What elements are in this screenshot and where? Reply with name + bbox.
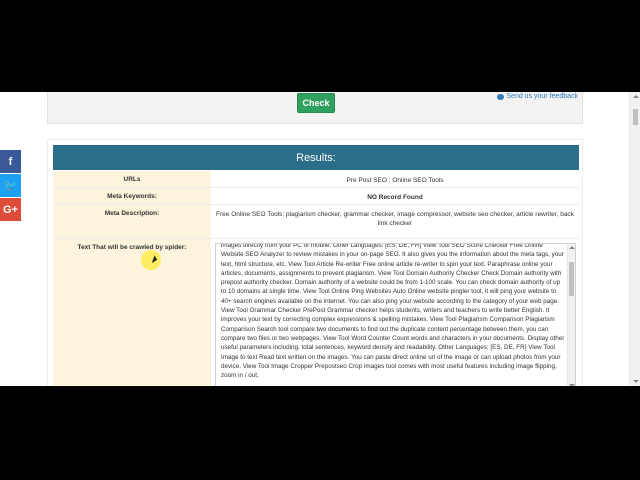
chat-bubble-icon [497, 93, 505, 100]
row-value: Pre Post SEO : Online SEO Tools [346, 177, 444, 184]
feedback-label: Send us your feedback [506, 93, 578, 100]
page-scroll-down-icon[interactable] [633, 380, 639, 383]
google-plus-icon: G+ [3, 203, 18, 216]
crawled-text-area[interactable]: images directly from your PC or mobile. … [215, 243, 576, 386]
row-label: Meta Keywords: [53, 188, 211, 204]
row-label: URLs [53, 171, 211, 187]
page-scrollbar[interactable] [629, 92, 640, 386]
row-label: Meta Description: [53, 205, 211, 238]
scroll-down-icon[interactable] [569, 384, 575, 386]
cursor-highlight [141, 250, 161, 270]
textarea-scroll-thumb[interactable] [569, 262, 574, 296]
table-row: URLs Pre Post SEO : Online SEO Tools [53, 171, 579, 188]
check-button[interactable]: Check [297, 93, 335, 113]
row-value: Free Online SEO Tools: plagiarism checke… [216, 211, 574, 227]
page-scroll-thumb[interactable] [633, 109, 638, 125]
textarea-scrollbar[interactable] [567, 244, 575, 386]
page-scroll-up-icon[interactable] [633, 95, 639, 98]
feedback-link[interactable]: Send us your feedback [497, 93, 578, 100]
google-plus-share-button[interactable]: G+ [0, 198, 21, 221]
results-title: Results: [53, 145, 579, 170]
facebook-share-button[interactable]: f [0, 150, 21, 173]
table-row: Meta Keywords: NO Record Found [53, 188, 579, 205]
facebook-icon: f [8, 155, 13, 168]
row-label: Text That will be crawled by spider: [53, 239, 211, 386]
results-card: Results: URLs Pre Post SEO : Online SEO … [47, 139, 583, 386]
scroll-up-icon[interactable] [569, 246, 575, 249]
social-share-bar: f 🐦 G+ [0, 150, 21, 222]
twitter-share-button[interactable]: 🐦 [0, 174, 21, 197]
table-row: Meta Description: Free Online SEO Tools:… [53, 205, 579, 239]
crawled-text: images directly from your PC or mobile. … [221, 243, 565, 380]
table-row: Text That will be crawled by spider: ima… [53, 239, 579, 386]
row-value: NO Record Found [367, 194, 423, 201]
check-form-panel: Check Send us your feedback [47, 92, 583, 124]
twitter-icon: 🐦 [3, 180, 18, 192]
browser-viewport: f 🐦 G+ Check Send us your feedback Resul… [0, 92, 640, 386]
